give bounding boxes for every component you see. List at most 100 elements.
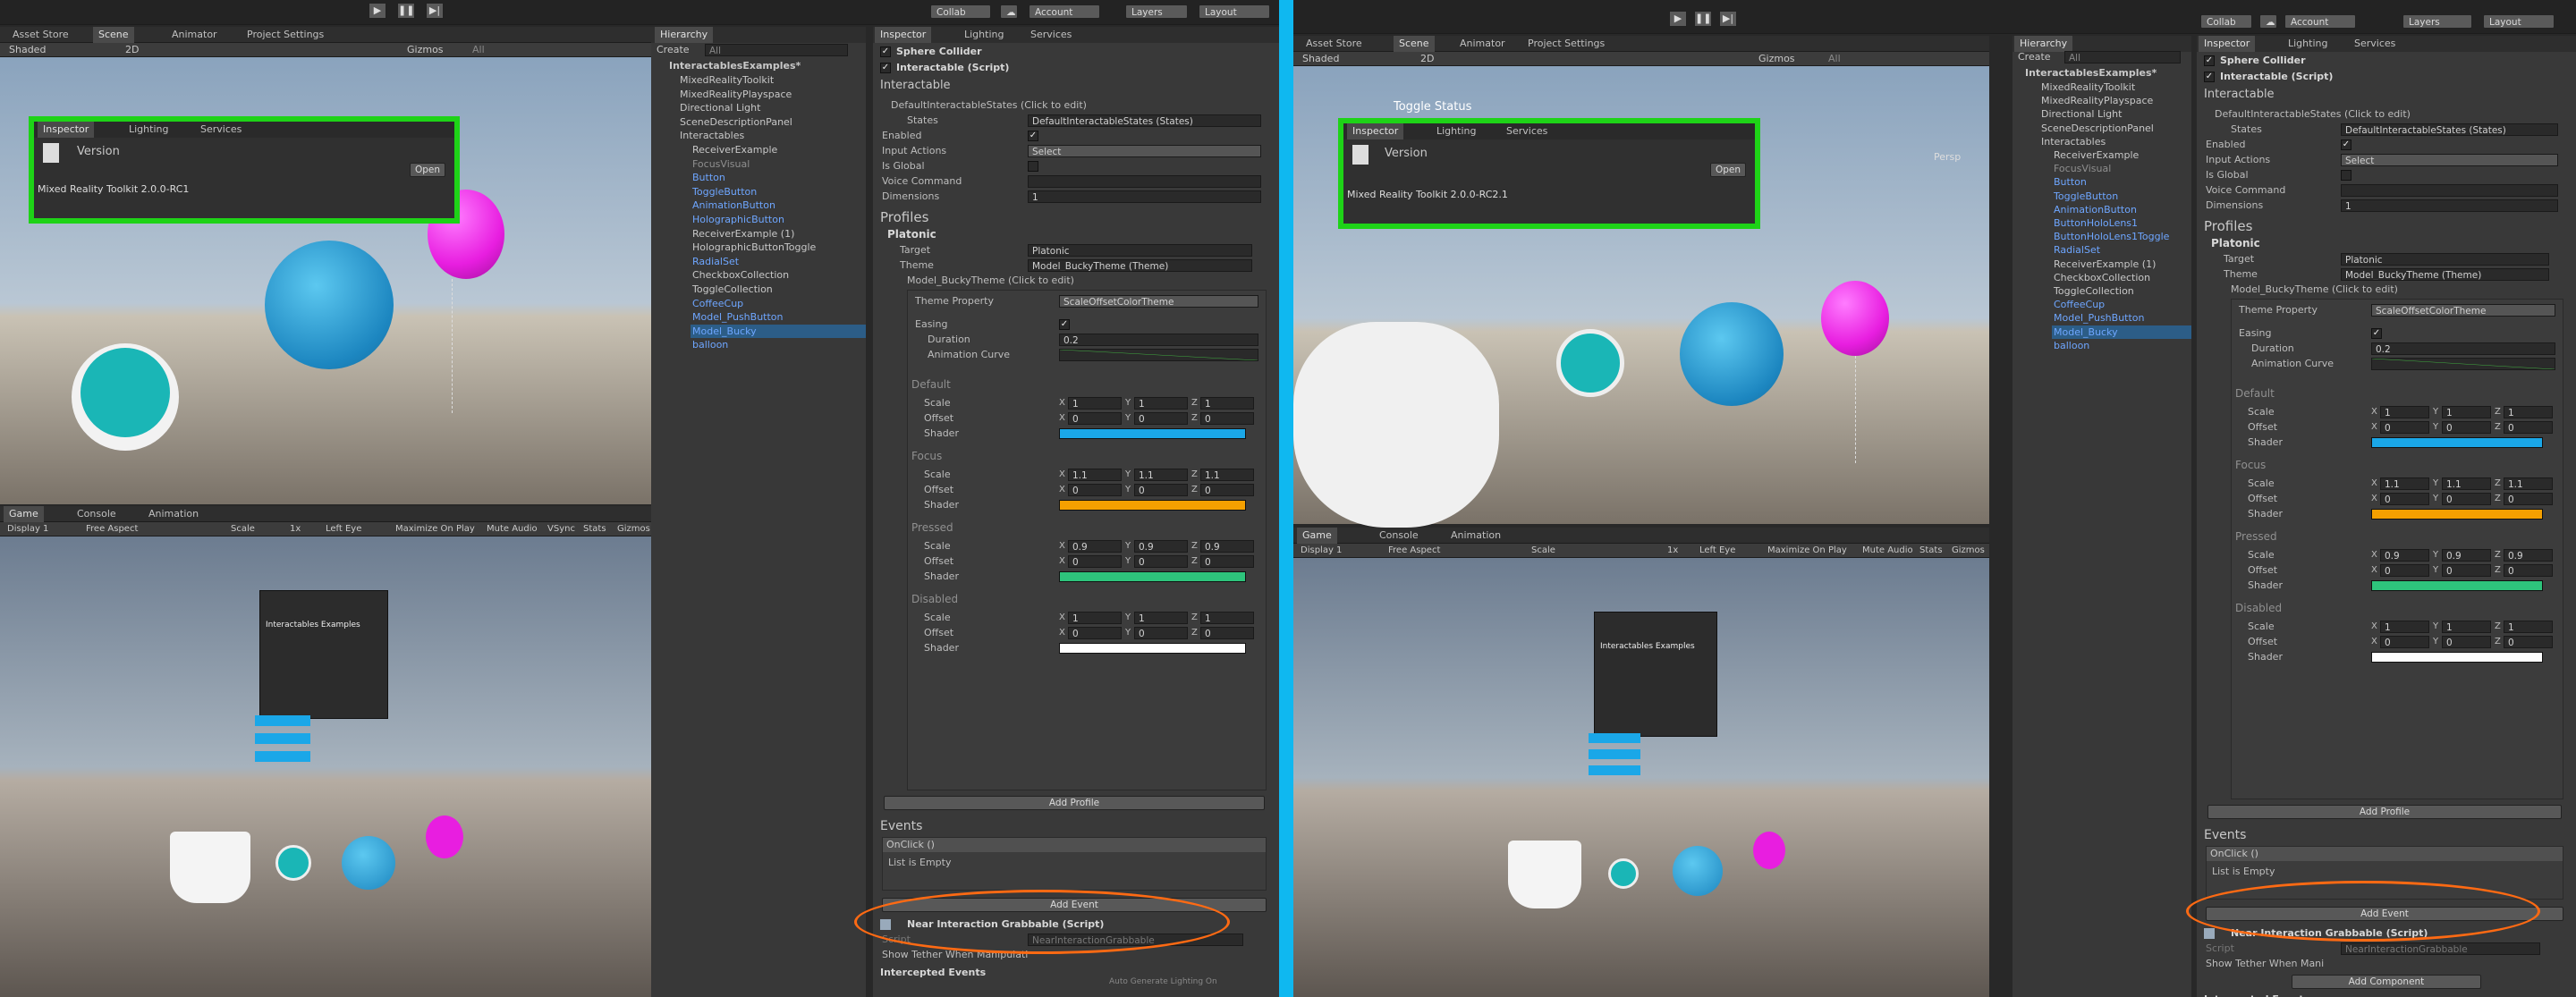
shaded-dropdown[interactable]: Shaded: [1302, 52, 1339, 66]
tab-lighting[interactable]: Lighting: [2283, 36, 2333, 52]
enabled-checkbox[interactable]: ✓: [2341, 139, 2351, 150]
offset-field[interactable]: 0: [2504, 421, 2553, 434]
hierarchy-item[interactable]: AnimationButton: [2052, 203, 2191, 217]
hierarchy-item[interactable]: Directional Light: [678, 101, 866, 115]
left-eye-dropdown[interactable]: Left Eye: [326, 522, 361, 537]
default-states-foldout[interactable]: DefaultInteractableStates (Click to edit…: [891, 98, 1087, 113]
dimensions-field[interactable]: 1: [2341, 199, 2558, 212]
left-eye-dropdown[interactable]: Left Eye: [1699, 544, 1735, 558]
shader-color-swatch[interactable]: [2371, 652, 2543, 663]
shader-color-swatch[interactable]: [1059, 428, 1246, 439]
target-field[interactable]: Platonic: [2341, 253, 2549, 266]
play-button[interactable]: ▶: [369, 3, 386, 19]
stats-toggle[interactable]: Stats: [1919, 544, 1943, 558]
hierarchy-item[interactable]: MixedRealityPlayspace: [2039, 94, 2191, 108]
hierarchy-item[interactable]: Button: [691, 171, 866, 185]
hierarchy-item[interactable]: ToggleButton: [2052, 190, 2191, 204]
scene-search[interactable]: All: [472, 43, 485, 57]
scale-field[interactable]: 1: [2504, 406, 2553, 418]
tab-scene[interactable]: Scene: [93, 27, 134, 43]
account-dropdown[interactable]: Account: [1029, 4, 1100, 19]
interactable-toggle[interactable]: ✓: [880, 63, 891, 73]
hierarchy-item[interactable]: Model_Bucky: [2052, 325, 2191, 340]
tab-project-settings[interactable]: Project Settings: [242, 27, 329, 43]
display-dropdown[interactable]: Display 1: [7, 522, 48, 537]
hierarchy-item[interactable]: Directional Light: [2039, 107, 2191, 122]
dimensions-field[interactable]: 1: [1028, 190, 1261, 203]
interactable-toggle[interactable]: ✓: [2204, 72, 2215, 82]
scale-field[interactable]: 1: [1068, 397, 1122, 410]
hierarchy-create[interactable]: Create: [2018, 50, 2051, 64]
maximize-toggle[interactable]: Maximize On Play: [1767, 544, 1847, 558]
tab-console[interactable]: Console: [1374, 528, 1424, 544]
hierarchy-item[interactable]: MixedRealityToolkit: [678, 73, 866, 88]
offset-field[interactable]: 0: [1134, 555, 1188, 568]
offset-field[interactable]: 0: [1134, 484, 1188, 496]
scale-field[interactable]: 1: [2442, 406, 2491, 418]
voice-command-field[interactable]: [2341, 184, 2558, 197]
scale-field[interactable]: 1.1: [2442, 477, 2491, 490]
tab-game[interactable]: Game: [1297, 528, 1337, 544]
hierarchy-search[interactable]: All: [705, 44, 848, 56]
scale-field[interactable]: 1: [2380, 406, 2429, 418]
hierarchy-item[interactable]: ToggleCollection: [691, 283, 866, 297]
hierarchy-item[interactable]: ButtonHoloLens1Toggle: [2052, 230, 2191, 244]
tab-asset-store[interactable]: Asset Store: [1301, 36, 1368, 52]
voice-command-field[interactable]: [1028, 175, 1261, 188]
overlay-tab-inspector[interactable]: Inspector: [38, 122, 95, 138]
tab-console[interactable]: Console: [72, 506, 122, 522]
scale-field[interactable]: 1.1: [1200, 469, 1254, 481]
open-button[interactable]: Open: [410, 163, 445, 177]
hierarchy-item[interactable]: MixedRealityPlayspace: [678, 88, 866, 102]
sphere-collider-toggle[interactable]: ✓: [880, 46, 891, 57]
aspect-dropdown[interactable]: Free Aspect: [1388, 544, 1440, 558]
scale-field[interactable]: 1: [1134, 397, 1188, 410]
enabled-checkbox[interactable]: ✓: [1028, 131, 1038, 141]
mute-toggle[interactable]: Mute Audio: [487, 522, 538, 537]
theme-field[interactable]: Model_BuckyTheme (Theme): [2341, 268, 2549, 281]
game-gizmos[interactable]: Gizmos: [1952, 544, 1985, 558]
overlay-tab-lighting[interactable]: Lighting: [123, 122, 174, 138]
offset-field[interactable]: 0: [1200, 484, 1254, 496]
display-dropdown[interactable]: Display 1: [1301, 544, 1342, 558]
tab-hierarchy[interactable]: Hierarchy: [655, 27, 714, 43]
layers-dropdown[interactable]: Layers: [1125, 4, 1188, 19]
collab-dropdown[interactable]: Collab: [2200, 14, 2252, 29]
scale-field[interactable]: 0.9: [1200, 540, 1254, 553]
tab-services[interactable]: Services: [1025, 27, 1077, 43]
shader-color-swatch[interactable]: [1059, 571, 1246, 582]
hierarchy-item[interactable]: balloon: [691, 338, 866, 352]
target-field[interactable]: Platonic: [1028, 244, 1252, 257]
hierarchy-item[interactable]: FocusVisual: [2052, 162, 2191, 176]
offset-field[interactable]: 0: [2442, 493, 2491, 505]
scale-field[interactable]: 1.1: [1068, 469, 1122, 481]
hierarchy-item[interactable]: Button: [2052, 175, 2191, 190]
interactable-script-header[interactable]: Interactable (Script): [896, 61, 1009, 75]
offset-field[interactable]: 0: [1068, 484, 1122, 496]
duration-field[interactable]: 0.2: [1059, 334, 1258, 346]
add-profile-button[interactable]: Add Profile: [2207, 805, 2562, 819]
animation-curve-field[interactable]: [1059, 349, 1258, 361]
tab-asset-store[interactable]: Asset Store: [7, 27, 74, 43]
offset-field[interactable]: 0: [1200, 412, 1254, 425]
layout-dropdown[interactable]: Layout: [1199, 4, 1270, 19]
hierarchy-item[interactable]: RadialSet: [2052, 243, 2191, 258]
offset-field[interactable]: 0: [1068, 412, 1122, 425]
interactable-script-header[interactable]: Interactable (Script): [2220, 70, 2333, 84]
tab-animation[interactable]: Animation: [1445, 528, 1506, 544]
2d-toggle[interactable]: 2D: [125, 43, 139, 57]
overlay-tab-services[interactable]: Services: [195, 122, 247, 138]
states-field[interactable]: DefaultInteractableStates (States): [1028, 114, 1261, 127]
shader-color-swatch[interactable]: [2371, 509, 2543, 520]
offset-field[interactable]: 0: [2380, 564, 2429, 577]
shaded-dropdown[interactable]: Shaded: [9, 43, 46, 57]
theme-property-dropdown[interactable]: ScaleOffsetColorTheme: [2371, 304, 2555, 317]
shader-color-swatch[interactable]: [2371, 437, 2543, 448]
collab-dropdown[interactable]: Collab: [930, 4, 991, 19]
hierarchy-item[interactable]: HolographicButtonToggle: [691, 241, 866, 255]
stats-toggle[interactable]: Stats: [583, 522, 606, 537]
aspect-dropdown[interactable]: Free Aspect: [86, 522, 138, 537]
hierarchy-item[interactable]: ReceiverExample: [691, 143, 866, 157]
layout-dropdown[interactable]: Layout: [2483, 14, 2555, 29]
tab-lighting[interactable]: Lighting: [959, 27, 1009, 43]
